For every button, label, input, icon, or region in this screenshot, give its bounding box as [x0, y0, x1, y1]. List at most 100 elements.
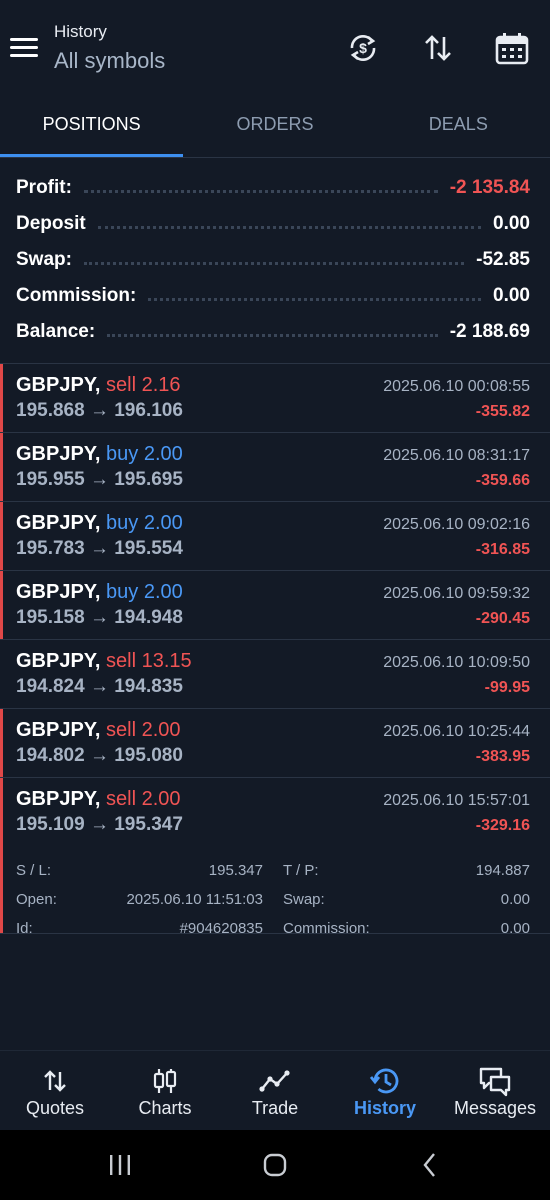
nav-trade[interactable]: Trade	[220, 1051, 330, 1130]
position-time: 2025.06.10 10:25:44	[383, 723, 530, 740]
commission-label: Commission:	[283, 920, 370, 937]
position-symbol: GBPJPY,	[16, 650, 101, 672]
position-volume: 2.00	[143, 581, 183, 603]
summary-value: -52.85	[476, 249, 530, 270]
position-row[interactable]: GBPJPY, buy 2.00 195.783 → 195.554 2025.…	[0, 502, 550, 571]
currency-refresh-icon[interactable]: $	[343, 28, 383, 68]
nav-history[interactable]: History	[330, 1051, 440, 1130]
position-time: 2025.06.10 09:59:32	[383, 585, 530, 602]
recent-apps-icon[interactable]	[102, 1148, 138, 1182]
position-row[interactable]: GBPJPY, sell 13.15 194.824 → 194.835 202…	[0, 640, 550, 709]
commission-value: 0.00	[500, 920, 530, 937]
summary-row-profit: Profit: -2 135.84	[0, 170, 550, 206]
system-navigation-bar	[0, 1130, 550, 1200]
trade-line-icon	[259, 1064, 291, 1098]
position-profit: -383.95	[475, 748, 530, 765]
nav-quotes[interactable]: Quotes	[0, 1051, 110, 1130]
summary-row-commission: Commission: 0.00	[0, 278, 550, 314]
nav-label: History	[353, 1098, 416, 1118]
position-symbol-line: GBPJPY, buy 2.00	[16, 443, 183, 466]
position-symbol: GBPJPY,	[16, 374, 101, 396]
quotes-arrows-icon	[42, 1064, 68, 1098]
tabs-divider	[0, 157, 550, 158]
menu-icon[interactable]	[10, 32, 40, 62]
detail-row: Id: #904620835 Commission: 0.00	[16, 920, 530, 949]
home-icon[interactable]	[257, 1148, 293, 1182]
summary-value: 0.00	[493, 285, 530, 306]
summary-label: Swap:	[16, 249, 72, 270]
sort-icon[interactable]	[418, 28, 458, 68]
position-symbol-line: GBPJPY, buy 2.00	[16, 581, 183, 604]
id-label: Id:	[16, 920, 33, 937]
position-profit: -316.85	[475, 541, 530, 558]
position-profit: -290.45	[475, 610, 530, 627]
position-profit: -99.95	[484, 679, 530, 696]
detail-row: S / L: 195.347 T / P: 194.887	[16, 862, 530, 891]
position-profit: -355.82	[475, 403, 530, 420]
position-volume: 2.00	[143, 512, 183, 534]
position-prices: 194.802 → 195.080	[16, 745, 183, 766]
dotted-leader	[97, 219, 482, 229]
nav-label: Quotes	[25, 1098, 85, 1118]
symbol-filter[interactable]: All symbols	[54, 48, 165, 74]
summary-row-balance: Balance: -2 188.69	[0, 314, 550, 350]
history-tabs: POSITIONS ORDERS DEALS	[0, 96, 550, 158]
tab-orders[interactable]: ORDERS	[183, 96, 366, 158]
position-profit: -329.16	[475, 817, 530, 834]
swap-value: 0.00	[500, 891, 530, 908]
position-row[interactable]: GBPJPY, sell 2.16 195.868 → 196.106 2025…	[0, 364, 550, 433]
tp-label: T / P:	[283, 862, 319, 879]
tab-deals[interactable]: DEALS	[367, 96, 550, 158]
position-symbol-line: GBPJPY, sell 2.00	[16, 719, 181, 742]
nav-messages[interactable]: Messages	[440, 1051, 550, 1130]
tab-positions[interactable]: POSITIONS	[0, 96, 184, 158]
nav-label: Messages	[453, 1098, 537, 1118]
position-side: sell	[106, 374, 137, 396]
candlestick-icon	[152, 1064, 178, 1098]
sl-label: S / L:	[16, 862, 52, 879]
open-value: 2025.06.10 11:51:03	[126, 891, 263, 908]
position-side: buy	[106, 443, 139, 465]
dotted-leader	[107, 327, 438, 337]
position-volume: 2.00	[143, 443, 183, 465]
position-symbol-line: GBPJPY, sell 13.15	[16, 650, 192, 673]
open-label: Open:	[16, 891, 57, 908]
position-symbol: GBPJPY,	[16, 443, 101, 465]
position-row[interactable]: GBPJPY, sell 2.00 194.802 → 195.080 2025…	[0, 709, 550, 778]
nav-label: Charts	[138, 1098, 192, 1118]
position-prices: 195.109 → 195.347	[16, 814, 183, 835]
position-symbol: GBPJPY,	[16, 512, 101, 534]
position-time: 2025.06.10 08:31:17	[383, 447, 530, 464]
position-symbol-line: GBPJPY, sell 2.00	[16, 788, 181, 811]
position-volume: 2.00	[141, 788, 181, 810]
calendar-icon[interactable]	[492, 28, 532, 68]
position-time: 2025.06.10 15:57:01	[383, 792, 530, 809]
dotted-leader	[83, 183, 438, 193]
dotted-leader	[83, 255, 465, 265]
position-prices: 195.955 → 195.695	[16, 469, 183, 490]
summary-label: Deposit	[16, 213, 86, 234]
tp-value: 194.887	[475, 862, 530, 879]
summary-row-deposit: Deposit 0.00	[0, 206, 550, 242]
position-row[interactable]: GBPJPY, buy 2.00 195.158 → 194.948 2025.…	[0, 571, 550, 640]
app-header: History All symbols $	[0, 0, 550, 96]
position-side: buy	[106, 512, 139, 534]
nav-charts[interactable]: Charts	[110, 1051, 220, 1130]
svg-text:$: $	[359, 40, 367, 56]
chat-bubbles-icon	[477, 1064, 513, 1098]
position-symbol: GBPJPY,	[16, 719, 101, 741]
detail-row: Open: 2025.06.10 11:51:03 Swap: 0.00	[16, 891, 530, 920]
position-details: S / L: 195.347 T / P: 194.887 Open: 2025…	[16, 862, 530, 949]
position-time: 2025.06.10 10:09:50	[383, 654, 530, 671]
position-side: buy	[106, 581, 139, 603]
position-side: sell	[106, 650, 137, 672]
position-prices: 195.868 → 196.106	[16, 400, 183, 421]
summary-label: Profit:	[16, 177, 72, 198]
position-row-expanded[interactable]: GBPJPY, sell 2.00 195.109 → 195.347 2025…	[0, 778, 550, 937]
position-row[interactable]: GBPJPY, buy 2.00 195.955 → 195.695 2025.…	[0, 433, 550, 502]
position-symbol-line: GBPJPY, sell 2.16	[16, 374, 181, 397]
summary-value: -2 135.84	[449, 177, 530, 198]
id-value: #904620835	[179, 920, 263, 937]
back-icon[interactable]	[412, 1148, 448, 1182]
position-prices: 194.824 → 194.835	[16, 676, 183, 697]
